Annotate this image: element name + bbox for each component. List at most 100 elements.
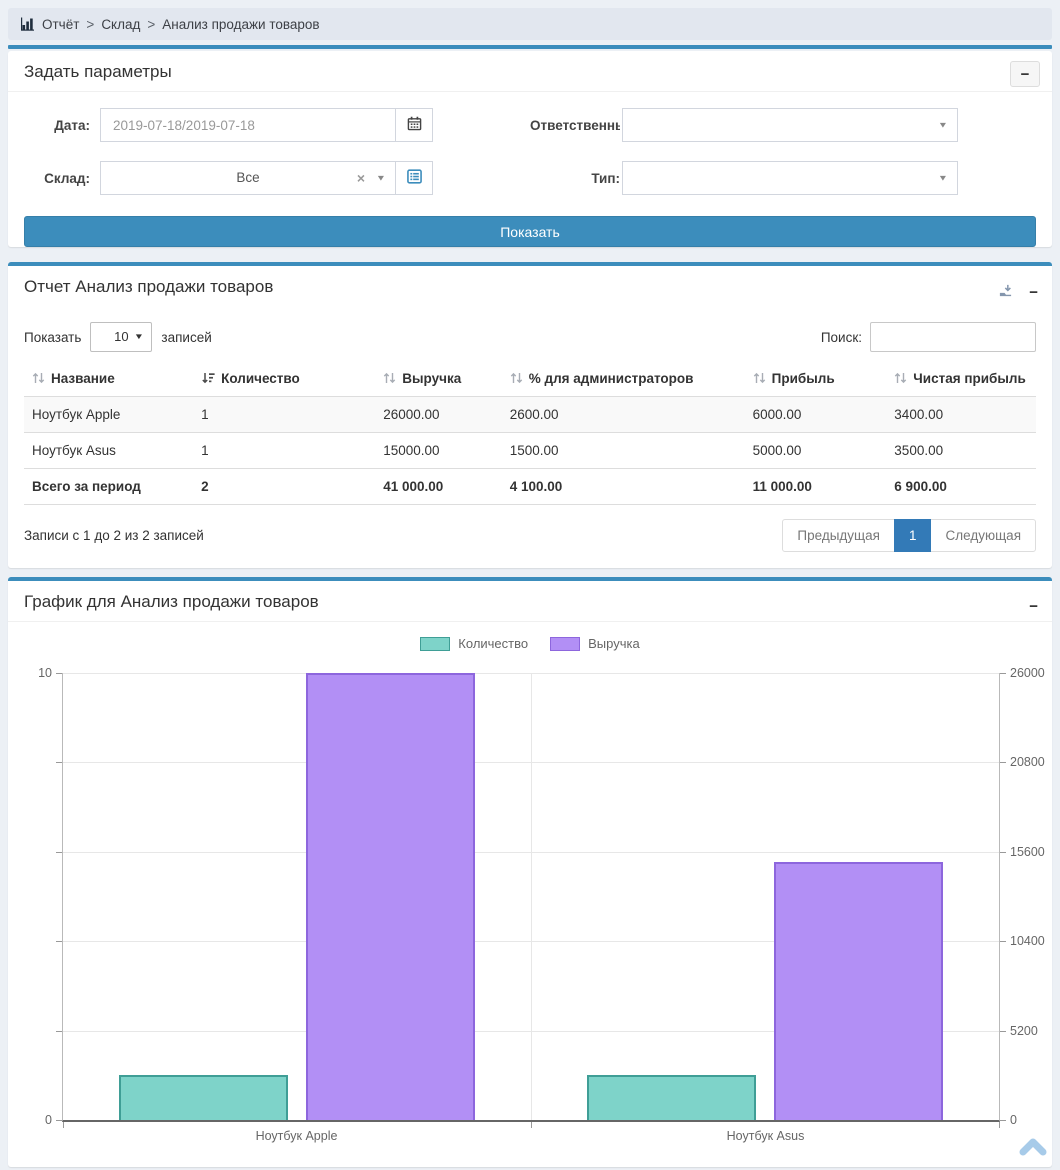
axis-tick [56,941,62,942]
table-total-cell: Всего за период [24,469,201,505]
collapse-button[interactable]: − [1010,61,1040,87]
legend-swatch [420,637,450,651]
page: Отчёт>Склад>Анализ продажи товаров Задат… [0,0,1060,1170]
legend-label: Количество [458,636,528,651]
chevron-down-icon: ▼ [938,174,948,183]
table-cell: 5000.00 [753,433,895,469]
axis-tick [56,762,62,763]
minus-icon: − [1021,67,1030,82]
category-label: Ноутбук Asus [531,1129,1000,1143]
clear-selection-icon[interactable]: × [357,170,365,186]
chevron-up-icon [1019,1145,1047,1162]
type-select[interactable]: ▼ [622,161,958,195]
right-axis-label: 20800 [1010,755,1045,769]
page-length-select[interactable]: 10 ▼ [90,322,152,352]
column-header[interactable]: Количество [201,362,383,397]
axis-tick [999,1122,1000,1128]
responsible-select[interactable]: ▼ [622,108,958,142]
panel-chart: График для Анализ продажи товаров − Коли… [8,577,1052,1167]
pagination-next[interactable]: Следующая [930,519,1036,552]
left-axis-label: 10 [38,666,52,680]
calendar-button[interactable] [395,108,433,142]
axis-tick [531,1122,532,1128]
bar-quantity[interactable] [587,1075,755,1120]
right-axis-label: 5200 [1010,1024,1038,1038]
chevron-down-icon: ▼ [938,121,948,130]
table-info: Записи с 1 до 2 из 2 записей [24,528,204,543]
axis-tick [1000,1120,1006,1121]
breadcrumb-item[interactable]: Склад [101,17,140,32]
divider [8,45,1052,49]
chart-legend: Количество Выручка [8,632,1052,659]
legend-swatch [550,637,580,651]
sort-icon [894,372,907,387]
table-cell: 1500.00 [510,433,753,469]
chart-plot-area: 2600020800156001040052000100 [62,673,1000,1122]
bar-revenue[interactable] [774,862,942,1120]
column-header[interactable]: Прибыль [753,362,895,397]
sort-icon [510,372,523,387]
table-cell: 6000.00 [753,397,895,433]
show-button[interactable]: Показать [24,216,1036,247]
column-header[interactable]: Выручка [383,362,510,397]
column-header[interactable]: Чистая прибыль [894,362,1036,397]
category-label: Ноутбук Apple [62,1129,531,1143]
legend-entry[interactable]: Количество [420,636,528,651]
table-total-cell: 2 [201,469,383,505]
calendar-icon [407,116,422,134]
table-cell: 3400.00 [894,397,1036,433]
page-length-value: 10 [114,329,128,344]
right-axis-label: 0 [1010,1113,1017,1127]
chevron-down-icon: ▼ [134,323,144,351]
sort-icon [32,372,45,387]
minus-icon: − [1029,285,1038,300]
axis-tick [1000,762,1006,763]
pagination-previous[interactable]: Предыдущая [782,519,895,552]
table-total-cell: 6 900.00 [894,469,1036,505]
left-axis-label: 0 [45,1113,52,1127]
axis-tick [63,1122,64,1128]
axis-tick [56,1031,62,1032]
collapse-button[interactable]: − [1027,597,1040,616]
warehouse-list-button[interactable] [395,161,433,195]
export-button[interactable] [996,282,1015,303]
table-total-row: Всего за период241 000.004 100.0011 000.… [24,469,1036,505]
search-input[interactable] [870,322,1036,352]
bar-chart-icon [20,17,35,31]
table-controls: Показать 10 ▼ записей Поиск: [8,306,1052,358]
bar-group [531,673,999,1120]
date-range-input[interactable] [100,108,396,142]
sort-icon [753,372,766,387]
column-header-label: Чистая прибыль [913,371,1025,386]
pagination-page-1[interactable]: 1 [894,519,932,552]
axis-tick [56,673,62,674]
column-header[interactable]: Название [24,362,201,397]
breadcrumb-item[interactable]: Отчёт [42,17,79,32]
length-prefix-label: Показать [24,330,81,345]
right-axis-label: 26000 [1010,666,1045,680]
axis-tick [1000,673,1006,674]
pagination: Предыдущая1Следующая [782,519,1036,552]
scroll-top-button[interactable] [1019,1136,1047,1158]
parameters-form: Дата: Ответственный: ▼ [8,92,1052,216]
table-row: Ноутбук Apple126000.002600.006000.003400… [24,397,1036,433]
panel-parameters: Задать параметры − Дата: [8,51,1052,247]
column-header-label: Название [51,371,115,386]
warehouse-select[interactable]: Все × ▼ [100,161,396,195]
legend-label: Выручка [588,636,640,651]
breadcrumb-item[interactable]: Анализ продажи товаров [162,17,319,32]
axis-tick [56,852,62,853]
warehouse-label: Склад: [24,171,90,186]
table-total-cell: 41 000.00 [383,469,510,505]
column-header[interactable]: % для администраторов [510,362,753,397]
bar-revenue[interactable] [306,673,474,1120]
column-header-label: Количество [221,371,300,386]
list-icon [407,169,422,187]
bar-quantity[interactable] [119,1075,287,1120]
responsible-label: Ответственный: [530,118,620,133]
column-header-label: % для администраторов [529,371,694,386]
collapse-button[interactable]: − [1027,283,1040,302]
bar-group [63,673,531,1120]
legend-entry[interactable]: Выручка [550,636,640,651]
warehouse-selected-value: Все [101,162,395,194]
